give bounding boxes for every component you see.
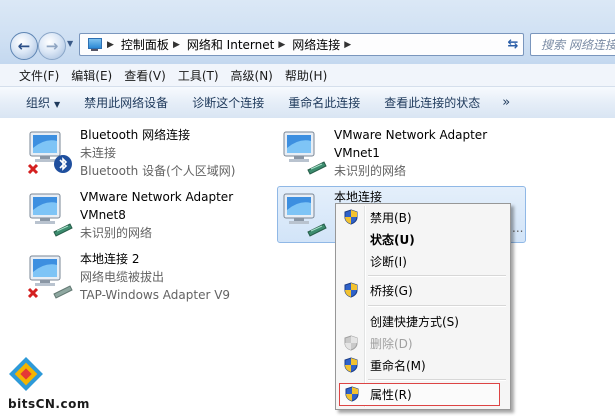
connection-name: 本地连接 2 — [80, 252, 140, 266]
connection-vmnet8[interactable]: VMware Network Adapter VMnet8 未识别的网络 — [26, 188, 266, 242]
organize-label: 组织 — [26, 96, 51, 110]
context-item-delete: 删除(D) — [338, 332, 508, 354]
context-item-label: 属性(R) — [370, 388, 412, 402]
connection-local-2[interactable]: 本地连接 2 网络电缆被拔出 TAP-Windows Adapter V9 — [26, 250, 286, 304]
recent-pages-dropdown[interactable]: ▼ — [67, 39, 77, 51]
context-item-properties[interactable]: 属性(R) — [339, 383, 500, 406]
search-placeholder: 搜索 网络连接 — [541, 38, 615, 52]
command-bar: 组织 ▼ 禁用此网络设备 诊断这个连接 重命名此连接 查看此连接的状态 » — [0, 87, 615, 119]
context-menu: 禁用(B) 状态(U) 诊断(I) 桥接(G) 创建快捷方式(S) 删除(D) — [335, 203, 511, 410]
search-input[interactable]: 搜索 网络连接 — [530, 33, 615, 56]
refresh-icon: ⇆ — [507, 37, 519, 52]
context-menu-separator — [368, 379, 506, 381]
menu-view[interactable]: 查看(V) — [118, 67, 172, 84]
network-connections-window: ← → ▼ ▶ 控制面板 ▶ 网络和 Internet ▶ 网络连接 ▶ ⇆ 搜… — [0, 0, 615, 416]
network-adapter-disconnected-icon — [27, 255, 73, 299]
context-item-label: 创建快捷方式(S) — [370, 314, 459, 329]
uac-shield-icon — [344, 209, 358, 225]
menu-file[interactable]: 文件(F) — [0, 67, 65, 84]
context-item-label: 诊断(I) — [370, 254, 407, 269]
uac-shield-icon — [344, 335, 358, 351]
connection-bluetooth[interactable]: Bluetooth 网络连接 未连接 Bluetooth 设备(个人区域网) — [26, 126, 266, 180]
refresh-button[interactable]: ⇆ — [500, 33, 526, 56]
organize-button[interactable]: 组织 ▼ — [0, 94, 72, 111]
watermark-text: bitsCN.com — [8, 397, 90, 411]
breadcrumb-separator-icon[interactable]: ▶ — [173, 40, 180, 50]
view-status-button[interactable]: 查看此连接的状态 — [372, 94, 492, 111]
connection-status: 网络电缆被拔出 — [80, 270, 165, 284]
context-item-label: 删除(D) — [370, 336, 413, 351]
connection-status: 未连接 — [80, 146, 117, 160]
network-adapter-icon — [29, 193, 73, 237]
context-item-label: 重命名(M) — [370, 358, 426, 373]
menu-bar: 文件(F) 编辑(E) 查看(V) 工具(T) 高级(N) 帮助(H) — [0, 64, 615, 87]
bluetooth-network-icon — [27, 131, 72, 175]
connection-vmnet1[interactable]: VMware Network Adapter VMnet1 未识别的网络 — [280, 126, 510, 180]
connection-status: 未识别的网络 — [80, 226, 153, 240]
menu-help[interactable]: 帮助(H) — [279, 67, 333, 84]
control-panel-icon — [85, 37, 103, 53]
uac-shield-icon — [344, 282, 358, 298]
uac-shield-icon — [344, 357, 358, 373]
diagnose-button[interactable]: 诊断这个连接 — [180, 94, 276, 111]
breadcrumb-separator-icon[interactable]: ▶ — [344, 40, 351, 50]
context-menu-separator — [368, 305, 506, 307]
address-box[interactable]: ▶ 控制面板 ▶ 网络和 Internet ▶ 网络连接 ▶ — [79, 33, 524, 56]
address-bar-region: ← → ▼ ▶ 控制面板 ▶ 网络和 Internet ▶ 网络连接 ▶ ⇆ 搜… — [0, 0, 615, 64]
context-item-label: 状态(U) — [370, 232, 415, 247]
menu-tools[interactable]: 工具(T) — [172, 67, 225, 84]
rename-button[interactable]: 重命名此连接 — [276, 94, 372, 111]
connection-device: Bluetooth 设备(个人区域网) — [80, 164, 236, 178]
breadcrumb-network-connections[interactable]: 网络连接 — [292, 36, 340, 53]
breadcrumb-network-internet[interactable]: 网络和 Internet — [187, 36, 274, 53]
uac-shield-icon — [345, 386, 359, 402]
network-adapter-icon — [283, 131, 327, 175]
more-commands-button[interactable]: » — [492, 95, 522, 110]
menu-advanced[interactable]: 高级(N) — [225, 67, 279, 84]
context-item-label: 桥接(G) — [370, 283, 413, 298]
context-item-diagnose[interactable]: 诊断(I) — [338, 250, 508, 272]
connection-device-truncated: ... — [512, 221, 524, 235]
forward-button[interactable]: → — [38, 32, 66, 60]
connection-name-line2: VMnet1 — [334, 146, 380, 160]
disable-device-button[interactable]: 禁用此网络设备 — [72, 94, 180, 111]
breadcrumb-separator-icon[interactable]: ▶ — [278, 40, 285, 50]
context-item-status[interactable]: 状态(U) — [338, 228, 508, 250]
context-item-bridge[interactable]: 桥接(G) — [338, 279, 508, 301]
context-item-disable[interactable]: 禁用(B) — [338, 206, 508, 228]
arrow-left-icon: ← — [17, 37, 31, 55]
breadcrumb-separator-icon[interactable]: ▶ — [107, 40, 114, 50]
context-menu-separator — [368, 275, 506, 277]
connection-name: VMware Network Adapter — [80, 190, 234, 204]
connection-device: TAP-Windows Adapter V9 — [80, 288, 231, 302]
connection-name: Bluetooth 网络连接 — [80, 128, 191, 142]
back-button[interactable]: ← — [10, 32, 38, 60]
context-item-label: 禁用(B) — [370, 210, 412, 225]
chevron-down-icon: ▼ — [54, 100, 61, 109]
context-item-rename[interactable]: 重命名(M) — [338, 354, 508, 376]
connection-status: 未识别的网络 — [334, 164, 407, 178]
connection-name-line2: VMnet8 — [80, 208, 126, 222]
connection-name: VMware Network Adapter — [334, 128, 488, 142]
menu-edit[interactable]: 编辑(E) — [65, 67, 118, 84]
arrow-right-icon: → — [45, 37, 59, 55]
breadcrumb-control-panel[interactable]: 控制面板 — [121, 36, 169, 53]
context-item-create-shortcut[interactable]: 创建快捷方式(S) — [338, 310, 508, 332]
network-adapter-icon — [283, 193, 327, 237]
